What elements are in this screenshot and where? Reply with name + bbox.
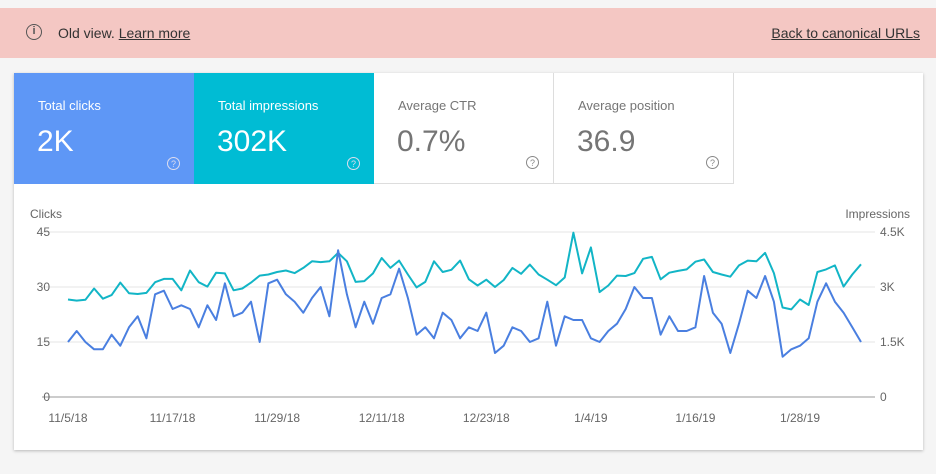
right-tick-label: 1.5K: [880, 335, 905, 349]
x-tick-label: 11/17/18: [150, 411, 196, 425]
left-tick-label: 0: [43, 390, 50, 404]
series-line-clicks: [67, 249, 862, 358]
left-tick-label: 30: [37, 280, 51, 294]
series-line-impressions: [67, 231, 862, 311]
x-tick-label: 11/5/18: [48, 411, 87, 425]
right-tick-label: 3K: [880, 280, 895, 294]
right-tick-label: 4.5K: [880, 225, 905, 239]
x-tick-label: 1/28/19: [780, 411, 820, 425]
right-axis-label: Impressions: [845, 207, 910, 221]
x-tick-label: 1/16/19: [675, 411, 715, 425]
right-tick-label: 0: [880, 390, 887, 404]
performance-chart: Clicks Impressions 0 0 15 1.5K 30 3K 45 4.5K 11/…: [30, 207, 910, 425]
x-tick-label: 1/4/19: [574, 411, 608, 425]
left-axis-label: Clicks: [30, 207, 62, 221]
left-tick-label: 15: [37, 335, 51, 349]
x-tick-label: 11/29/18: [254, 411, 300, 425]
x-tick-label: 12/11/18: [359, 411, 405, 425]
x-tick-label: 12/23/18: [463, 411, 510, 425]
left-tick-label: 45: [37, 225, 51, 239]
